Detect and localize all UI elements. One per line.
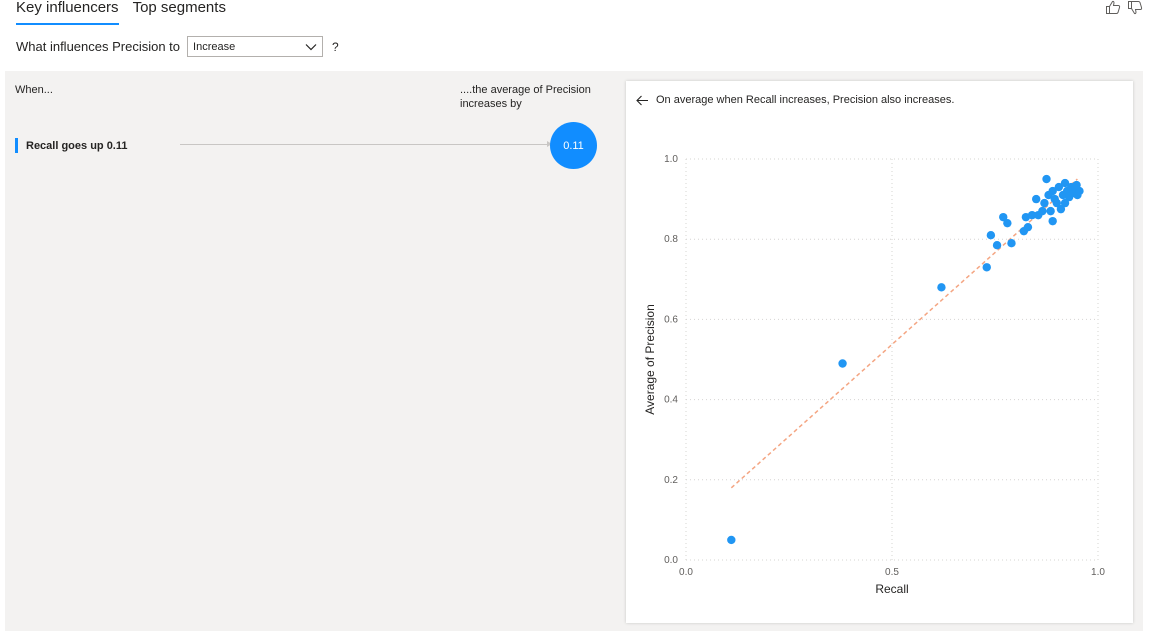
tab-key-influencers[interactable]: Key influencers	[16, 0, 119, 25]
scatter-point	[838, 359, 847, 368]
scatter-point	[1032, 194, 1041, 204]
x-tick-label: 0.0	[679, 567, 693, 578]
scatter-point	[1072, 180, 1081, 190]
influencer-row[interactable]: Recall goes up 0.11	[15, 138, 128, 153]
y-tick-label: 0.0	[664, 555, 678, 566]
influencer-connector	[180, 141, 552, 147]
y-tick-label: 0.4	[664, 395, 678, 406]
y-tick-label: 1.0	[664, 154, 678, 165]
x-tick-label: 1.0	[1091, 567, 1105, 578]
feedback-buttons	[1105, 0, 1143, 15]
tab-bar: Key influencers Top segments	[16, 0, 226, 25]
scatter-point	[1038, 206, 1047, 216]
chevron-down-icon	[305, 43, 317, 50]
scatter-point	[1048, 216, 1057, 226]
thumbs-up-icon[interactable]	[1105, 0, 1121, 15]
y-axis-title: Average of Precision	[643, 304, 657, 415]
help-icon[interactable]: ?	[332, 40, 339, 54]
direction-dropdown[interactable]: Increase	[187, 36, 324, 57]
influence-value-bubble[interactable]: 0.11	[550, 122, 597, 169]
scatter-point	[982, 263, 991, 272]
dropdown-value: Increase	[193, 40, 236, 53]
detail-card: On average when Recall increases, Precis…	[626, 81, 1133, 623]
y-tick-label: 0.2	[664, 475, 678, 486]
scatter-point	[1007, 239, 1016, 248]
tab-top-segments[interactable]: Top segments	[133, 0, 226, 22]
scatter-chart: 0.0 0.2 0.4 0.6 0.8 1.0 0.0 0.5 1.0 Recall Average…	[643, 154, 1105, 596]
x-tick-label: 0.5	[885, 567, 899, 578]
y-tick-label: 0.8	[664, 234, 678, 245]
question-row: What influences Precision to Increase ?	[16, 36, 339, 57]
question-prefix: What influences Precision to	[16, 39, 181, 54]
scatter-point	[1042, 174, 1051, 184]
average-header: ....the average of Precision increases b…	[460, 84, 591, 110]
scatter-point	[992, 241, 1002, 250]
selected-indicator	[15, 138, 18, 153]
scatter-point	[937, 283, 946, 292]
when-header: When...	[15, 84, 53, 96]
thumbs-down-icon[interactable]	[1127, 0, 1143, 15]
y-tick-label: 0.6	[664, 314, 678, 325]
scatter-point	[1003, 218, 1012, 228]
scatter-point	[986, 230, 996, 240]
influencer-label: Recall goes up 0.11	[26, 139, 128, 152]
scatter-point	[1023, 222, 1033, 232]
scatter-point	[1040, 198, 1049, 208]
scatter-point	[727, 535, 736, 545]
key-influencers-panel: When... ....the average of Precision inc…	[5, 71, 1143, 631]
x-axis-title: Recall	[875, 582, 908, 596]
scatter-point	[1046, 206, 1055, 216]
